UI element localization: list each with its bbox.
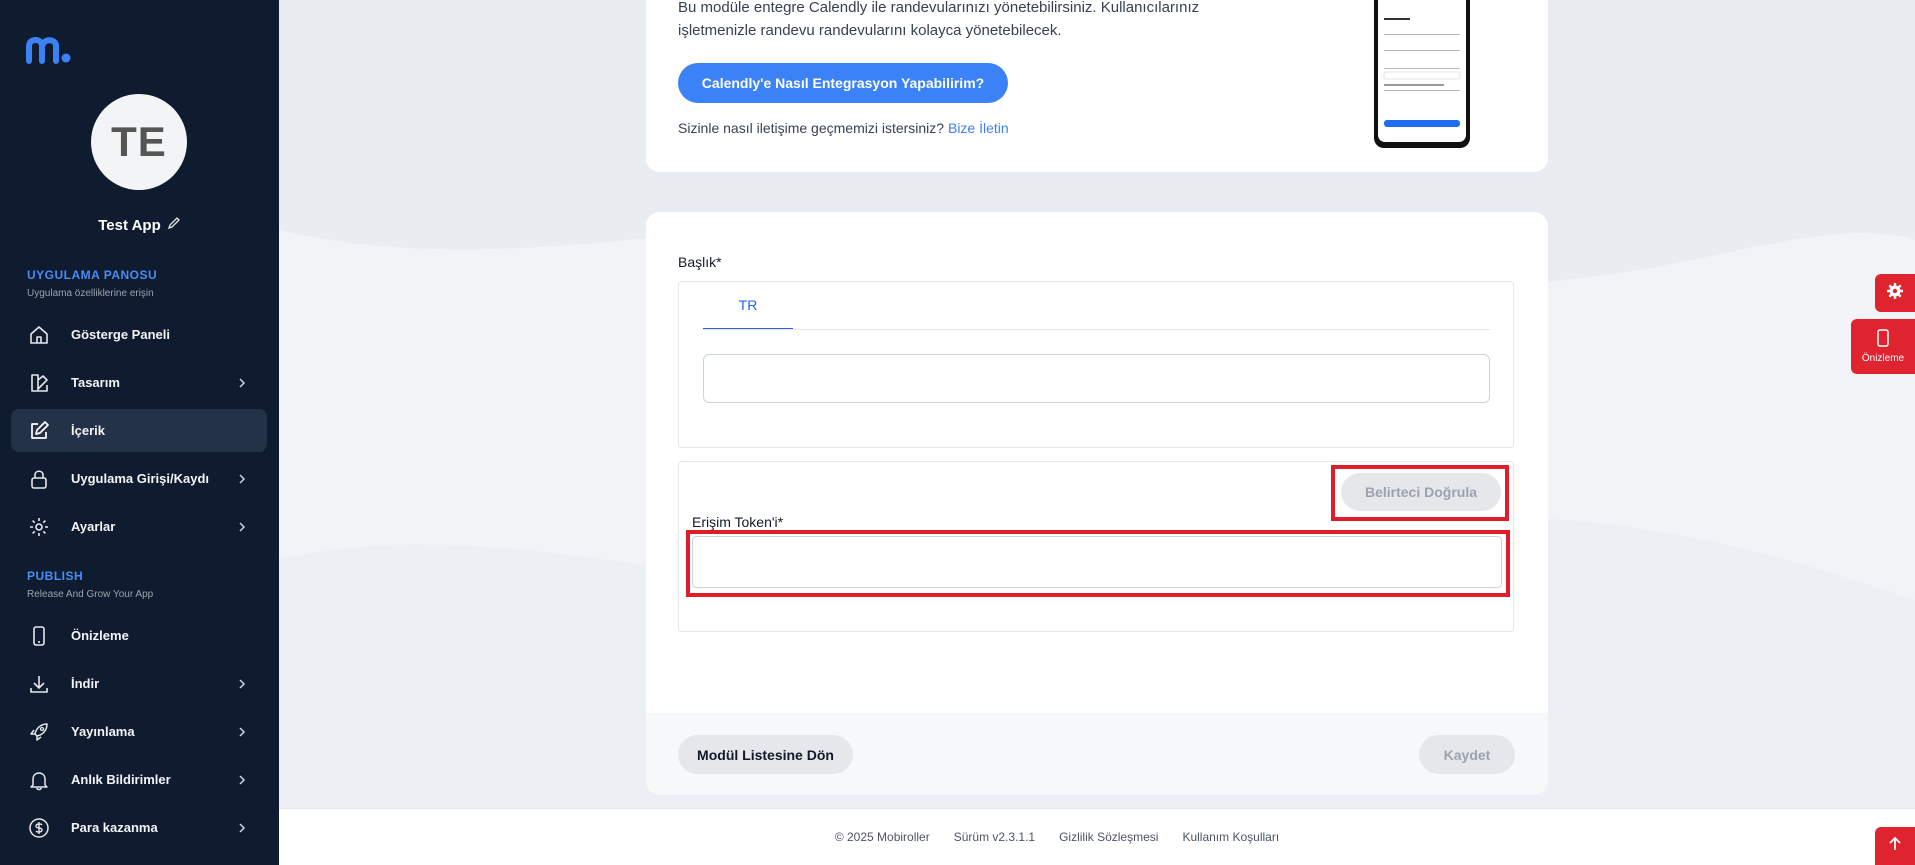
page-footer: © 2025 Mobiroller Sürüm v2.3.1.1 Gizlili… (279, 808, 1915, 865)
floating-settings-button[interactable] (1875, 274, 1915, 312)
sidebar-item-preview[interactable]: Önizleme (11, 614, 267, 657)
privacy-link[interactable]: Gizlilik Sözleşmesi (1059, 830, 1158, 844)
highlight-token-input (686, 530, 1510, 597)
terms-link[interactable]: Kullanım Koşulları (1182, 830, 1279, 844)
chevron-right-icon (237, 678, 247, 689)
save-button[interactable]: Kaydet (1419, 735, 1515, 774)
form-footer: Modül Listesine Dön Kaydet (646, 713, 1548, 795)
home-icon (27, 323, 51, 347)
chevron-right-icon (237, 473, 247, 484)
sidebar-item-label: İçerik (71, 423, 105, 438)
section-title-dashboard: UYGULAMA PANOSU (27, 268, 158, 282)
sidebar-item-download[interactable]: İndir (11, 662, 267, 705)
scroll-to-top-button[interactable] (1875, 827, 1915, 865)
integration-help-button[interactable]: Calendly'e Nasıl Entegrasyon Yapabilirim… (678, 63, 1008, 103)
intro-card: Bu modüle entegre Calendly ile randevula… (646, 0, 1548, 172)
section-subtitle-publish: Release And Grow Your App (27, 589, 154, 600)
sidebar-item-label: Anlık Bildirimler (71, 772, 171, 787)
edit-icon (27, 419, 51, 443)
chevron-right-icon (237, 822, 247, 833)
chevron-right-icon (237, 521, 247, 532)
pencil-icon[interactable] (167, 216, 181, 234)
phone-icon (1876, 329, 1890, 350)
mobiroller-logo[interactable] (26, 34, 72, 64)
contact-line: Sizinle nasıl iletişime geçmemizi isters… (678, 120, 1009, 136)
chevron-right-icon (237, 377, 247, 388)
chevron-right-icon (237, 774, 247, 785)
tab-divider (703, 329, 1490, 330)
tab-language-tr[interactable]: TR (703, 282, 793, 330)
sidebar-item-label: Tasarım (71, 375, 120, 390)
contact-text: Sizinle nasıl iletişime geçmemizi isters… (678, 120, 945, 136)
phone-icon (27, 624, 51, 648)
highlight-verify-button (1331, 465, 1509, 521)
sidebar-item-publishing[interactable]: Yayınlama (11, 710, 267, 753)
title-field-label: Başlık* (678, 254, 722, 270)
gear-icon (1886, 282, 1904, 305)
contact-link[interactable]: Bize İletin (948, 120, 1009, 136)
lock-icon (27, 467, 51, 491)
sidebar: TE Test App UYGULAMA PANOSU Uygulama öze… (0, 0, 279, 865)
sidebar-item-label: Önizleme (71, 628, 129, 643)
sidebar-item-label: Ayarlar (71, 519, 116, 534)
sidebar-item-label: Yayınlama (71, 724, 135, 739)
sidebar-item-label: İndir (71, 676, 100, 691)
version-text: Sürüm v2.3.1.1 (953, 830, 1036, 844)
avatar[interactable]: TE (91, 94, 187, 190)
sidebar-item-notifications[interactable]: Anlık Bildirimler (11, 758, 267, 801)
copyright-text: © 2025 Mobiroller (834, 830, 930, 844)
sidebar-item-content[interactable]: İçerik (11, 409, 267, 452)
phone-preview-image (1372, 0, 1472, 152)
section-subtitle-dashboard: Uygulama özelliklerine erişin (27, 288, 154, 299)
sidebar-item-label: Gösterge Paneli (71, 327, 170, 342)
module-description: Bu modüle entegre Calendly ile randevula… (678, 0, 1200, 39)
sidebar-item-settings[interactable]: Ayarlar (11, 505, 267, 548)
sidebar-item-label: Uygulama Girişi/Kaydı (71, 471, 209, 486)
floating-preview-button[interactable]: Önizleme (1851, 319, 1915, 374)
floating-preview-label: Önizleme (1861, 353, 1905, 364)
token-field-label: Erişim Token'i* (692, 514, 784, 530)
app-name-label: Test App (98, 216, 161, 234)
app-name[interactable]: Test App (0, 216, 279, 234)
bell-icon (27, 768, 51, 792)
sidebar-item-monetization[interactable]: Para kazanma (11, 806, 267, 849)
sidebar-item-login[interactable]: Uygulama Girişi/Kaydı (11, 457, 267, 500)
download-icon (27, 672, 51, 696)
dollar-icon (27, 816, 51, 840)
title-field-group: TR (678, 281, 1514, 448)
title-input[interactable] (703, 354, 1490, 403)
chevron-right-icon (237, 726, 247, 737)
design-icon (27, 371, 51, 395)
arrow-up-icon (1887, 836, 1903, 857)
back-to-modules-button[interactable]: Modül Listesine Dön (678, 735, 853, 774)
sidebar-item-label: Para kazanma (71, 820, 158, 835)
rocket-icon (27, 720, 51, 744)
section-title-publish: PUBLISH (27, 569, 84, 583)
sidebar-item-dashboard[interactable]: Gösterge Paneli (11, 313, 267, 356)
gear-icon (27, 515, 51, 539)
sidebar-item-design[interactable]: Tasarım (11, 361, 267, 404)
